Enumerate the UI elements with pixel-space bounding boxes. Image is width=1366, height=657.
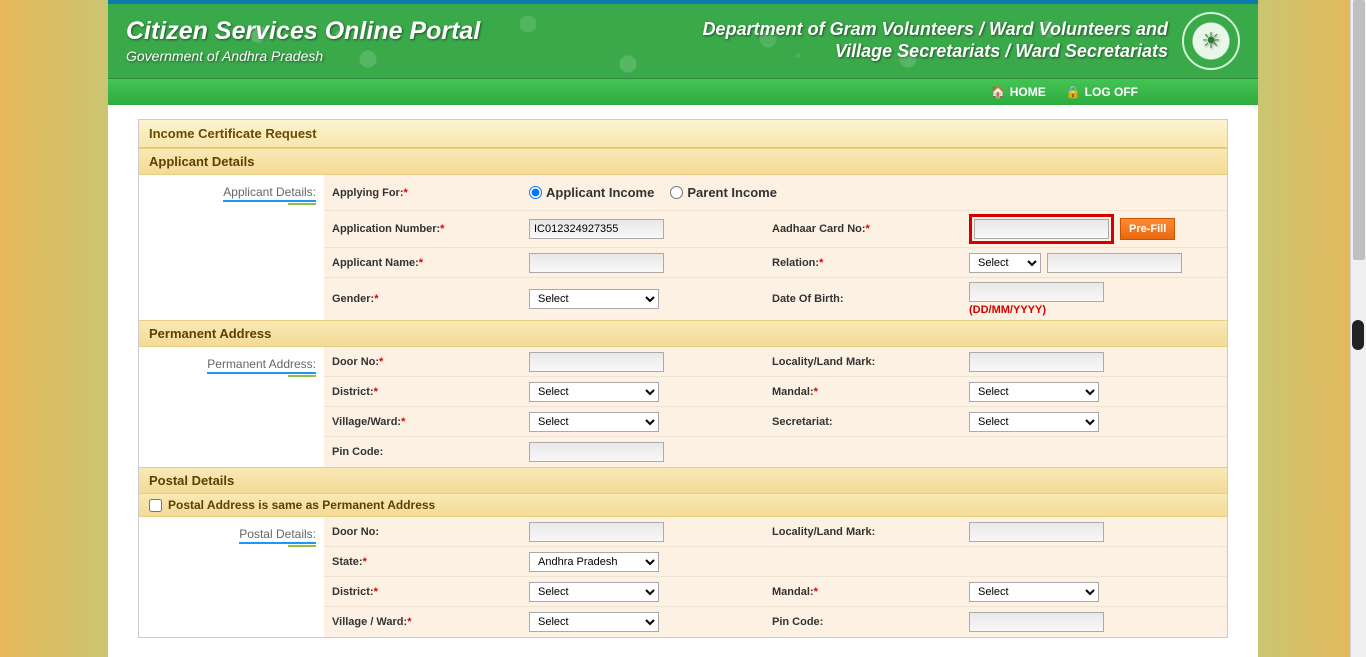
perm-door-label: Door No: [332, 356, 379, 368]
perm-village-label: Village/Ward: [332, 416, 401, 428]
postal-mandal-label: Mandal: [772, 586, 814, 598]
section-permanent-head: Permanent Address [139, 320, 1227, 347]
portal-title: Citizen Services Online Portal [126, 18, 480, 46]
same-as-permanent-label: Postal Address is same as Permanent Addr… [168, 498, 435, 512]
form-panel: Income Certificate Request Applicant Det… [138, 119, 1228, 638]
postal-mandal-select[interactable]: Select [969, 582, 1099, 602]
radio-parent-income-input[interactable] [670, 186, 683, 199]
aadhaar-label: Aadhaar Card No: [772, 223, 866, 235]
state-emblem-icon: ☀ [1182, 12, 1240, 70]
home-label: HOME [1010, 85, 1046, 99]
aadhaar-highlight [969, 214, 1114, 244]
department-line2: Village Secretariats / Ward Secretariats [703, 41, 1168, 63]
perm-district-label: District: [332, 386, 374, 398]
postal-district-label: District: [332, 586, 374, 598]
dob-input[interactable] [969, 282, 1104, 302]
perm-mandal-select[interactable]: Select [969, 382, 1099, 402]
perm-district-select[interactable]: Select [529, 382, 659, 402]
permanent-side-label: Permanent Address: [207, 357, 316, 374]
radio-parent-label: Parent Income [687, 185, 777, 200]
vertical-scrollbar-thumb[interactable] [1353, 0, 1365, 260]
perm-locality-input[interactable] [969, 352, 1104, 372]
perm-locality-label: Locality/Land Mark: [772, 356, 875, 368]
navbar: 🏠 HOME 🔒 LOG OFF [108, 79, 1258, 105]
dob-label: Date Of Birth: [772, 293, 844, 305]
relation-name-input[interactable] [1047, 253, 1182, 273]
postal-side-label: Postal Details: [239, 527, 316, 544]
postal-locality-label: Locality/Land Mark: [772, 526, 875, 538]
radio-applicant-income[interactable]: Applicant Income [529, 185, 654, 200]
portal-subtitle: Government of Andhra Pradesh [126, 48, 480, 64]
page-title: Income Certificate Request [139, 120, 1227, 148]
app-no-label: Application Number: [332, 223, 440, 235]
perm-secretariat-select[interactable]: Select [969, 412, 1099, 432]
perm-village-select[interactable]: Select [529, 412, 659, 432]
lock-icon: 🔒 [1066, 85, 1081, 99]
radio-applicant-income-input[interactable] [529, 186, 542, 199]
postal-pin-label: Pin Code: [772, 616, 823, 628]
department-line1: Department of Gram Volunteers / Ward Vol… [703, 19, 1168, 41]
postal-district-select[interactable]: Select [529, 582, 659, 602]
applicant-side-label: Applicant Details: [223, 185, 316, 202]
relation-label: Relation: [772, 257, 819, 269]
postal-locality-input[interactable] [969, 522, 1104, 542]
gender-label: Gender: [332, 293, 374, 305]
application-number-input[interactable] [529, 219, 664, 239]
side-handle-icon[interactable] [1352, 320, 1364, 350]
home-icon: 🏠 [991, 85, 1006, 99]
postal-door-input[interactable] [529, 522, 664, 542]
perm-mandal-label: Mandal: [772, 386, 814, 398]
postal-village-select[interactable]: Select [529, 612, 659, 632]
logoff-label: LOG OFF [1085, 85, 1138, 99]
postal-pin-input[interactable] [969, 612, 1104, 632]
dob-hint: (DD/MM/YYYY) [969, 304, 1198, 316]
applying-for-label: Applying For: [332, 187, 404, 199]
postal-state-select[interactable]: Andhra Pradesh [529, 552, 659, 572]
perm-pin-label: Pin Code: [332, 446, 383, 458]
postal-door-label: Door No: [332, 526, 379, 538]
postal-village-label: Village / Ward: [332, 616, 407, 628]
aadhaar-input[interactable] [974, 219, 1109, 239]
postal-state-label: State: [332, 556, 363, 568]
perm-secretariat-label: Secretariat: [772, 416, 833, 428]
perm-door-input[interactable] [529, 352, 664, 372]
radio-parent-income[interactable]: Parent Income [670, 185, 777, 200]
perm-pin-input[interactable] [529, 442, 664, 462]
applicant-name-input[interactable] [529, 253, 664, 273]
section-postal-head: Postal Details [139, 467, 1227, 494]
same-as-permanent-checkbox[interactable] [149, 499, 162, 512]
section-applicant-head: Applicant Details [139, 148, 1227, 175]
relation-select[interactable]: Select [969, 253, 1041, 273]
applicant-name-label: Applicant Name: [332, 257, 419, 269]
radio-applicant-label: Applicant Income [546, 185, 654, 200]
gender-select[interactable]: Select [529, 289, 659, 309]
prefill-button[interactable]: Pre-Fill [1120, 218, 1175, 240]
header-banner: Citizen Services Online Portal Governmen… [108, 4, 1258, 79]
home-link[interactable]: 🏠 HOME [991, 85, 1046, 99]
logoff-link[interactable]: 🔒 LOG OFF [1066, 85, 1138, 99]
